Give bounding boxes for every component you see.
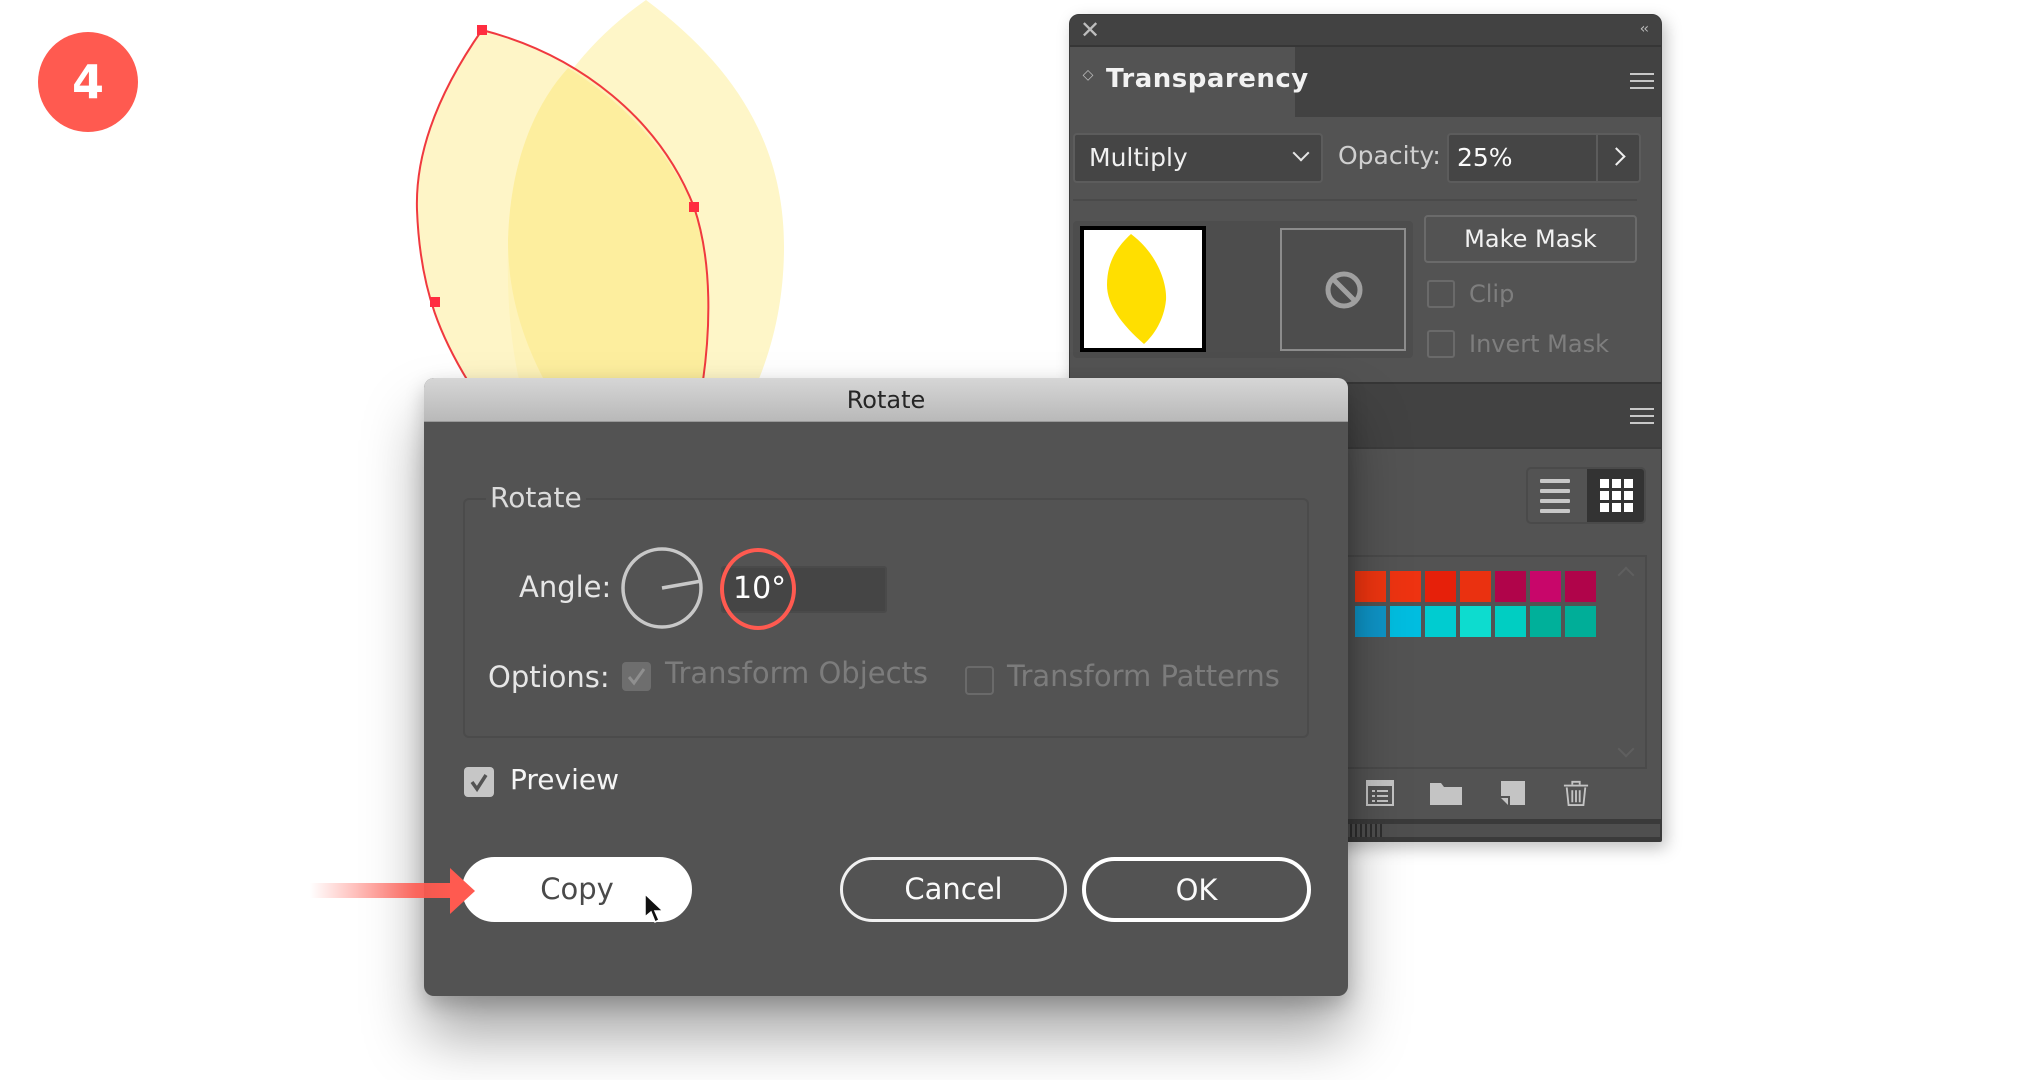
invert-mask-label: Invert Mask — [1469, 330, 1609, 358]
swatch-grid — [1340, 555, 1647, 769]
scroll-up-icon[interactable] — [1617, 566, 1635, 584]
angle-label: Angle: — [519, 570, 612, 604]
blend-mode-value: Multiply — [1089, 143, 1188, 172]
chevron-down-icon — [1292, 144, 1310, 162]
swatch[interactable] — [1425, 606, 1456, 637]
swatch[interactable] — [1355, 606, 1386, 637]
object-thumbnail[interactable] — [1080, 226, 1206, 352]
clip-checkbox[interactable] — [1427, 280, 1455, 308]
swatch[interactable] — [1460, 571, 1491, 602]
swatch[interactable] — [1565, 571, 1596, 602]
blend-mode-dropdown[interactable]: Multiply — [1073, 133, 1323, 183]
divider — [1073, 199, 1637, 201]
panel-menu-icon[interactable] — [1630, 73, 1654, 91]
make-mask-button[interactable]: Make Mask — [1424, 215, 1637, 263]
checkmark-icon — [627, 668, 646, 686]
swatch[interactable] — [1495, 571, 1526, 602]
list-view-icon[interactable] — [1528, 469, 1587, 522]
transform-objects-label: Transform Objects — [665, 656, 929, 690]
rotate-group-label: Rotate — [486, 481, 586, 514]
angle-dial[interactable] — [620, 546, 704, 630]
swatch[interactable] — [1425, 571, 1456, 602]
swatch[interactable] — [1565, 606, 1596, 637]
anchor-point-right[interactable] — [689, 202, 699, 212]
checkmark-icon — [470, 774, 488, 793]
swatches-menu-icon[interactable] — [1630, 408, 1654, 426]
swatch[interactable] — [1390, 606, 1421, 637]
resize-grip[interactable] — [1350, 824, 1383, 837]
trash-icon[interactable] — [1562, 780, 1590, 806]
cancel-button[interactable]: Cancel — [840, 857, 1067, 922]
anchor-point-left[interactable] — [430, 297, 440, 307]
rotated-leaf[interactable] — [416, 30, 709, 400]
swatch[interactable] — [1530, 571, 1561, 602]
expand-collapse-icon[interactable]: ◇ — [1082, 68, 1094, 82]
swatch-view-toggle — [1526, 467, 1646, 524]
swatch[interactable] — [1355, 571, 1386, 602]
collapse-panels-icon[interactable]: ‹‹ — [1640, 21, 1649, 37]
close-icon[interactable]: ✕ — [1080, 18, 1100, 42]
transform-patterns-checkbox[interactable] — [965, 666, 994, 695]
panel-topbar: ✕ ‹‹ — [1070, 15, 1661, 47]
opacity-label: Opacity: — [1338, 141, 1441, 170]
step-badge: 4 — [38, 32, 138, 132]
new-swatch-icon[interactable] — [1499, 780, 1527, 806]
angle-input[interactable]: 10° — [721, 566, 887, 613]
scroll-down-icon[interactable] — [1617, 740, 1635, 758]
dialog-title: Rotate — [424, 378, 1348, 422]
rotate-group-box — [463, 498, 1309, 738]
no-mask-icon — [1325, 271, 1363, 309]
opacity-value: 25% — [1457, 143, 1513, 172]
anchor-point-top[interactable] — [477, 25, 487, 35]
transform-objects-checkbox[interactable] — [622, 662, 651, 691]
preview-label: Preview — [510, 763, 619, 796]
grid-view-icon[interactable] — [1587, 469, 1644, 522]
folder-icon[interactable] — [1429, 780, 1463, 806]
angle-value: 10° — [733, 571, 787, 606]
swatch[interactable] — [1530, 606, 1561, 637]
leaf-overlap — [508, 68, 709, 400]
transparency-tabrow: ◇ Transparency — [1070, 47, 1661, 117]
swatch[interactable] — [1390, 571, 1421, 602]
swatch[interactable] — [1495, 606, 1526, 637]
step-number: 4 — [71, 55, 104, 109]
swatch[interactable] — [1460, 606, 1491, 637]
selection-path — [415, 29, 710, 401]
ok-button[interactable]: OK — [1082, 857, 1311, 922]
angle-dial-hand — [661, 579, 700, 590]
options-label: Options: — [488, 660, 610, 694]
tab-transparency[interactable]: ◇ Transparency — [1070, 47, 1308, 117]
opacity-slider-toggle[interactable] — [1596, 133, 1641, 183]
leaf-thumbnail-icon — [1107, 234, 1167, 344]
opacity-mask-thumbnail[interactable] — [1280, 228, 1406, 351]
copy-button[interactable]: Copy — [462, 857, 692, 922]
invert-mask-checkbox[interactable] — [1427, 330, 1455, 358]
tab-transparency-label: Transparency — [1106, 64, 1309, 94]
transform-patterns-label: Transform Patterns — [1007, 659, 1280, 693]
swatch-libraries-icon[interactable] — [1366, 780, 1394, 806]
preview-checkbox[interactable] — [464, 767, 494, 797]
rotate-dialog: Rotate Rotate Angle: 10° Options: Transf… — [424, 378, 1348, 996]
clip-label: Clip — [1469, 280, 1515, 308]
